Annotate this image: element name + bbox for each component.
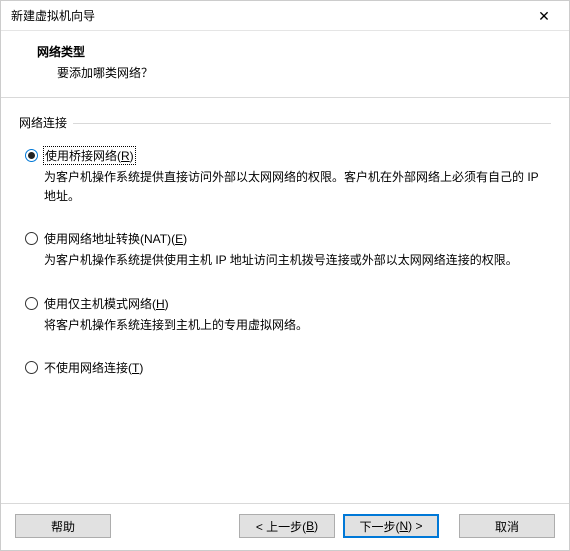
option-hostonly: 使用仅主机模式网络(H) 将客户机操作系统连接到主机上的专用虚拟网络。 <box>25 295 545 335</box>
help-button[interactable]: 帮助 <box>15 514 111 538</box>
wizard-footer: 帮助 < 上一步(B) 下一步(N) > 取消 <box>1 503 569 550</box>
option-none: 不使用网络连接(T) <box>25 359 545 376</box>
network-group: 网络连接 使用桥接网络(R) 为客户机操作系统提供直接访问外部以太网网络的权限。… <box>19 114 551 376</box>
back-button[interactable]: < 上一步(B) <box>239 514 335 538</box>
window-title: 新建虚拟机向导 <box>11 7 95 24</box>
option-nat-label[interactable]: 使用网络地址转换(NAT)(E) <box>44 230 187 247</box>
radio-hostonly[interactable] <box>25 297 38 310</box>
option-none-label[interactable]: 不使用网络连接(T) <box>44 359 143 376</box>
next-button[interactable]: 下一步(N) > <box>343 514 439 538</box>
option-bridged: 使用桥接网络(R) 为客户机操作系统提供直接访问外部以太网网络的权限。客户机在外… <box>25 147 545 206</box>
option-hostonly-label[interactable]: 使用仅主机模式网络(H) <box>44 295 169 312</box>
radio-nat[interactable] <box>25 232 38 245</box>
radio-bridged[interactable] <box>25 149 38 162</box>
option-bridged-label[interactable]: 使用桥接网络(R) <box>44 147 135 164</box>
cancel-button[interactable]: 取消 <box>459 514 555 538</box>
group-divider <box>73 123 551 124</box>
wizard-header: 网络类型 要添加哪类网络？ <box>1 31 569 98</box>
group-label: 网络连接 <box>19 114 71 131</box>
titlebar: 新建虚拟机向导 ✕ <box>1 1 569 31</box>
option-nat-desc: 为客户机操作系统提供使用主机 IP 地址访问主机拨号连接或外部以太网网络连接的权… <box>44 251 545 270</box>
page-title: 网络类型 <box>37 43 551 60</box>
close-icon[interactable]: ✕ <box>529 9 559 23</box>
option-bridged-desc: 为客户机操作系统提供直接访问外部以太网网络的权限。客户机在外部网络上必须有自己的… <box>44 168 545 206</box>
option-bridged-row[interactable]: 使用桥接网络(R) <box>25 147 545 164</box>
radio-none[interactable] <box>25 361 38 374</box>
option-nat-row[interactable]: 使用网络地址转换(NAT)(E) <box>25 230 545 247</box>
options-container: 使用桥接网络(R) 为客户机操作系统提供直接访问外部以太网网络的权限。客户机在外… <box>19 133 551 376</box>
option-none-row[interactable]: 不使用网络连接(T) <box>25 359 545 376</box>
option-hostonly-row[interactable]: 使用仅主机模式网络(H) <box>25 295 545 312</box>
content-area: 网络连接 使用桥接网络(R) 为客户机操作系统提供直接访问外部以太网网络的权限。… <box>1 98 569 503</box>
page-subtitle: 要添加哪类网络？ <box>57 64 551 81</box>
option-hostonly-desc: 将客户机操作系统连接到主机上的专用虚拟网络。 <box>44 316 545 335</box>
option-nat: 使用网络地址转换(NAT)(E) 为客户机操作系统提供使用主机 IP 地址访问主… <box>25 230 545 270</box>
